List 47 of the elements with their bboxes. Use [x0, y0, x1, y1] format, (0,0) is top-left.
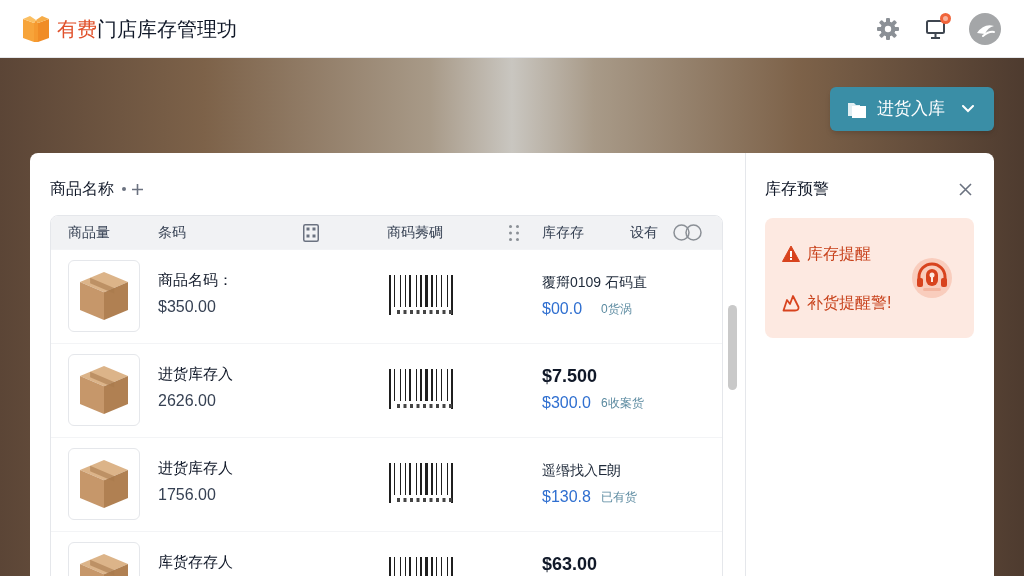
add-icon[interactable]: [132, 183, 143, 195]
grid-icon: [303, 223, 319, 242]
settings-icon[interactable]: [877, 17, 899, 40]
stock-note: 覆搿0109 石码直: [542, 273, 648, 292]
panel-title: 库存预警: [765, 179, 829, 199]
stock-in-button[interactable]: 进货入库: [830, 87, 994, 131]
column-header: 商品量: [68, 223, 111, 242]
avatar-icon[interactable]: [969, 12, 1001, 45]
product-price: $350.00: [158, 297, 217, 317]
column-header: 设有: [630, 223, 659, 242]
column-header: 商码莠碉: [387, 223, 444, 242]
mountain-outline-icon: [782, 293, 800, 312]
alert-label: 库存提醒: [807, 243, 871, 264]
cardboard-box-icon: [80, 272, 128, 320]
product-name: 进货库存人: [158, 458, 234, 478]
cardboard-box-icon: [80, 366, 128, 414]
chevron-down-icon: [962, 105, 974, 113]
monitor-icon[interactable]: [925, 17, 947, 40]
stock-status: 0货涡: [601, 301, 632, 318]
headset-icon: [912, 258, 952, 298]
app-title: 门店库存管理功: [97, 18, 237, 39]
cardboard-box-icon: [80, 460, 128, 508]
alert-label: 补货提醒警!: [807, 292, 892, 313]
product-name: 库货存存人: [158, 552, 234, 572]
column-header: 库存存: [542, 223, 585, 242]
dot-icon: [122, 187, 126, 191]
stock-price: $7.500: [542, 366, 599, 386]
warning-icon: [782, 244, 800, 263]
product-price: 1756.00: [158, 485, 217, 505]
product-name: 商品名码：: [158, 270, 234, 290]
book-logo-icon: [22, 14, 50, 43]
close-icon[interactable]: [959, 182, 972, 196]
overlapping-circles-icon: [673, 224, 702, 241]
stock-status: 已有货: [601, 489, 637, 506]
product-name: 进货库存入: [158, 364, 234, 384]
stock-amount: $130.8: [542, 487, 592, 507]
stock-status: 6收案货: [601, 395, 644, 412]
panel-title: 商品名称: [50, 179, 114, 199]
brand-name: 有费: [57, 18, 97, 39]
stock-amount: $00.0: [542, 299, 584, 319]
drag-handle-icon: [509, 224, 519, 241]
product-price: 2626.00: [158, 391, 217, 411]
column-header: 条码: [158, 223, 187, 242]
stock-note: 遥缗找入E朗: [542, 461, 623, 480]
stock-price: $63.00: [542, 554, 598, 574]
scrollbar-thumb[interactable]: [728, 305, 737, 390]
stock-amount: $300.0: [542, 393, 592, 413]
